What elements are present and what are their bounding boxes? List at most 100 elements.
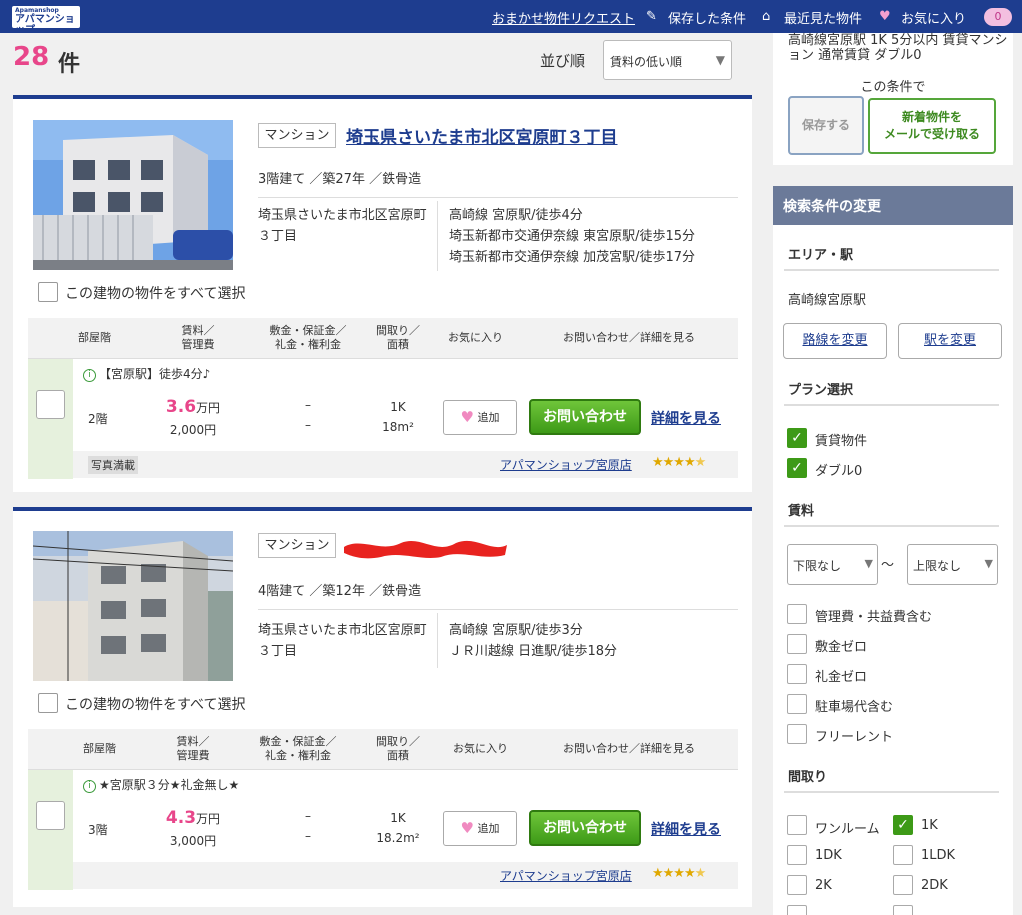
- request-link[interactable]: おまかせ物件リクエスト: [492, 8, 635, 27]
- building-meta: 4階建て ／築12年 ／鉄骨造: [258, 584, 422, 599]
- shop-link[interactable]: アパマンショップ宮原店: [500, 867, 632, 884]
- photo-tag: 写真満載: [88, 456, 138, 474]
- select-all-checkbox[interactable]: [38, 693, 58, 713]
- layout-label: 1LDK: [921, 848, 956, 863]
- key-money: –: [305, 418, 311, 432]
- favorites-link[interactable]: お気に入り: [901, 8, 966, 27]
- add-favorite-label: 追加: [477, 822, 500, 835]
- header-floor: 部屋階: [78, 331, 111, 344]
- rent-min-select[interactable]: 下限なし ▼: [787, 544, 878, 585]
- rent-value: 3.6: [165, 397, 197, 417]
- listing-card: この建物の物件をすべて選択 マンション 4階建て ／築12年 ／鉄骨造 埼玉県さ…: [13, 507, 752, 907]
- management-fee: 3,000円: [169, 834, 217, 848]
- building-photo[interactable]: [33, 120, 233, 270]
- room-note-text: 【宮原駅】徒歩4分♪: [99, 367, 211, 381]
- header-rent: 賃料／ 管理費: [181, 324, 215, 351]
- rating-stars: ★★★★★: [652, 455, 706, 470]
- layout-label: 2DK: [921, 878, 948, 893]
- rent-option-label: 駐車場代含む: [815, 700, 894, 715]
- inquiry-button[interactable]: お問い合わせ: [529, 399, 641, 435]
- rent-option-checkbox[interactable]: [787, 694, 807, 714]
- layout-checkbox[interactable]: [787, 845, 807, 865]
- header-deposit: 敷金・保証金／ 礼金・権利金: [259, 735, 337, 762]
- logo-subtext: Apamanshop: [15, 7, 59, 14]
- change-route-button[interactable]: 路線を変更: [783, 323, 887, 359]
- chevron-down-icon: ▼: [715, 53, 725, 67]
- plan-checkbox[interactable]: ✓: [787, 458, 807, 478]
- row-footer: アパマンショップ宮原店 ★★★★★: [73, 862, 738, 889]
- saved-conditions-link[interactable]: 保存した条件: [668, 8, 746, 27]
- select-all-checkbox[interactable]: [38, 282, 58, 302]
- building-photo[interactable]: [33, 531, 233, 681]
- divider: [784, 269, 999, 271]
- top-nav-bar: Apamanshop アパマンショップ おまかせ物件リクエスト ✎ 保存した条件…: [0, 0, 1022, 33]
- room-checkbox[interactable]: [36, 801, 65, 830]
- rent-option-checkbox[interactable]: [787, 724, 807, 744]
- room-layout: 1K 18.2m²: [363, 808, 433, 848]
- sort-label: 並び順: [540, 52, 586, 70]
- header-favorite: お気に入り: [448, 331, 503, 344]
- sort-selected-value: 賃料の低い順: [610, 55, 683, 69]
- inquiry-button[interactable]: お問い合わせ: [529, 810, 641, 846]
- area-value: 高崎線宮原駅: [788, 293, 867, 308]
- header-favorite: お気に入り: [453, 742, 508, 755]
- layout-checkbox[interactable]: [787, 875, 807, 895]
- layout-checkbox[interactable]: [893, 845, 913, 865]
- rent-option-checkbox[interactable]: [787, 664, 807, 684]
- pencil-icon: ✎: [646, 9, 657, 24]
- plan-checkbox[interactable]: ✓: [787, 428, 807, 448]
- shop-link[interactable]: アパマンショップ宮原店: [500, 456, 632, 473]
- layout-label: 1DK: [815, 848, 842, 863]
- header-layout: 間取り／ 面積: [376, 735, 420, 762]
- layout-checkbox[interactable]: [893, 875, 913, 895]
- listing-card: この建物の物件をすべて選択 マンション 埼玉県さいたま市北区宮原町３丁目 3階建…: [13, 95, 752, 492]
- layout-section-title: 間取り: [788, 770, 828, 785]
- access-line: 高崎線 宮原駅/徒歩3分: [449, 623, 583, 638]
- mail-btn-line1: 新着物件を: [901, 110, 962, 124]
- home-icon: ⌂: [762, 9, 771, 24]
- site-logo[interactable]: Apamanshop アパマンショップ: [12, 6, 80, 28]
- row-select-column: [28, 770, 73, 890]
- rent-option-label: フリーレント: [815, 730, 894, 745]
- room-checkbox[interactable]: [36, 390, 65, 419]
- rent-option-label: 管理費・共益費含む: [815, 610, 933, 625]
- layout-type: 1K: [390, 400, 406, 414]
- rent-option-checkbox[interactable]: [787, 604, 807, 624]
- recent-viewed-link[interactable]: 最近見た物件: [784, 8, 862, 27]
- add-favorite-button[interactable]: ♥ 追加: [443, 811, 517, 846]
- access-list: 高崎線 宮原駅/徒歩4分 埼玉新都市交通伊奈線 東宮原駅/徒歩15分 埼玉新都市…: [449, 205, 695, 268]
- room-rent: 3.6万円: [148, 397, 238, 417]
- header-inquiry: お問い合わせ／詳細を見る: [563, 742, 695, 755]
- sort-select[interactable]: 賃料の低い順 ▼: [603, 40, 732, 80]
- room-table-header: 部屋階 賃料／ 管理費 敷金・保証金／ 礼金・権利金 間取り／ 面積 お気に入り…: [28, 318, 738, 358]
- building-name-link[interactable]: 埼玉県さいたま市北区宮原町３丁目: [346, 123, 618, 148]
- result-count: 28: [13, 42, 50, 72]
- change-station-button[interactable]: 駅を変更: [898, 323, 1002, 359]
- divider: [437, 201, 438, 271]
- mail-btn-line2: メールで受け取る: [883, 127, 980, 141]
- save-condition-button[interactable]: 保存する: [788, 96, 864, 155]
- rent-option-checkbox[interactable]: [787, 634, 807, 654]
- room-floor: 2階: [88, 412, 108, 426]
- layout-checkbox[interactable]: [893, 905, 913, 915]
- access-line: 高崎線 宮原駅/徒歩4分: [449, 208, 583, 223]
- access-line: 埼玉新都市交通伊奈線 加茂宮駅/徒歩17分: [449, 250, 696, 265]
- layout-checkbox[interactable]: [787, 815, 807, 835]
- rent-max-select[interactable]: 上限なし ▼: [907, 544, 998, 585]
- layout-checkbox[interactable]: ✓: [893, 815, 913, 835]
- header-deposit: 敷金・保証金／ 礼金・権利金: [269, 324, 347, 351]
- room-note-text: ★宮原駅３分★礼金無し★: [99, 778, 240, 792]
- table-row: i ★宮原駅３分★礼金無し★ 3階 4.3万円 3,000円 – – 1K 18.…: [28, 769, 738, 890]
- detail-link[interactable]: 詳細を見る: [651, 408, 721, 428]
- access-line: 埼玉新都市交通伊奈線 東宮原駅/徒歩15分: [449, 229, 696, 244]
- divider: [258, 197, 738, 198]
- detail-link[interactable]: 詳細を見る: [651, 819, 721, 839]
- rent-value: 4.3: [165, 808, 197, 828]
- deposit: –: [305, 809, 311, 823]
- add-favorite-button[interactable]: ♥ 追加: [443, 400, 517, 435]
- room-rent: 4.3万円: [148, 808, 238, 828]
- rent-option-label: 敷金ゼロ: [815, 640, 868, 655]
- email-new-listings-button[interactable]: 新着物件を メールで受け取る: [868, 98, 996, 154]
- layout-checkbox[interactable]: [787, 905, 807, 915]
- range-separator: ～: [881, 558, 895, 573]
